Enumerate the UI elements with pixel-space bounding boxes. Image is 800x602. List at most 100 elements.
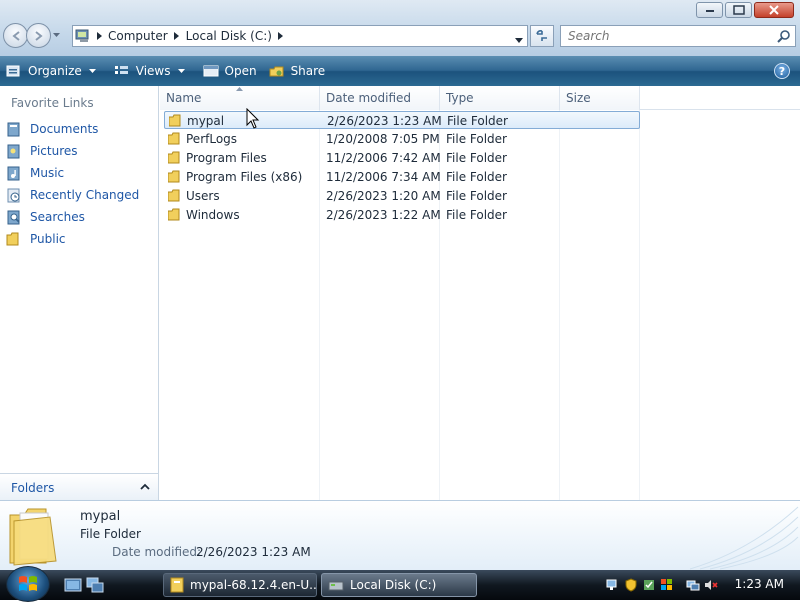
file-name: Users	[186, 189, 220, 203]
breadcrumb-arrow[interactable]	[275, 32, 287, 40]
taskbar-item-label: mypal-68.12.4.en-U...	[190, 578, 316, 592]
share-icon	[269, 66, 284, 77]
chevron-down-icon	[88, 69, 96, 73]
computer-icon	[75, 29, 89, 42]
network-tray-icon[interactable]	[606, 578, 620, 592]
windows-logo-icon	[19, 576, 37, 591]
views-button[interactable]: Views	[108, 56, 197, 86]
forward-arrow-icon	[34, 30, 43, 41]
nav-link-label: Recently Changed	[30, 188, 140, 202]
back-arrow-icon	[11, 30, 20, 41]
nav-link-public[interactable]: Public	[6, 228, 139, 250]
close-icon	[769, 5, 779, 15]
maximize-icon	[732, 5, 745, 15]
command-bar: Organize Views Open Share ?	[0, 56, 800, 86]
address-dropdown[interactable]	[515, 32, 523, 46]
search-icon[interactable]	[777, 29, 791, 43]
chevron-down-icon	[52, 33, 60, 37]
organize-icon	[6, 65, 20, 77]
open-button[interactable]: Open	[197, 56, 263, 86]
file-date: 2/26/2023 1:23 AM	[327, 114, 442, 128]
details-item-type: File Folder	[80, 527, 141, 541]
file-row-windows[interactable]: Windows 2/26/2023 1:22 AM File Folder	[164, 206, 640, 224]
file-type: File Folder	[446, 132, 507, 146]
forward-button[interactable]	[26, 23, 51, 48]
column-header-size[interactable]: Size	[560, 86, 640, 110]
folders-toggle[interactable]: Folders	[0, 473, 158, 500]
column-header-label: Name	[166, 91, 202, 105]
file-row-mypal[interactable]: mypal 2/26/2023 1:23 AM File Folder	[164, 111, 640, 129]
nav-link-label: Public	[30, 232, 66, 246]
refresh-icon	[536, 30, 547, 41]
minimize-icon	[705, 10, 714, 12]
search-input[interactable]	[566, 28, 766, 44]
help-button[interactable]: ?	[774, 63, 790, 79]
breadcrumb-arrow[interactable]	[93, 32, 105, 40]
maximize-button[interactable]	[725, 2, 752, 18]
address-toolbar: Computer Local Disk (C:)	[0, 0, 800, 56]
folders-label: Folders	[11, 481, 55, 495]
favorite-links-header: Favorite Links	[11, 96, 94, 110]
file-type: File Folder	[446, 189, 507, 203]
recent-pages-dropdown[interactable]	[51, 33, 61, 38]
column-header-name[interactable]: Name	[160, 86, 320, 110]
volume-muted-icon[interactable]	[704, 578, 718, 592]
network-connection-icon[interactable]	[686, 578, 700, 592]
file-list: Name Date modified Type Size mypal 2/26/…	[160, 86, 800, 500]
nav-link-documents[interactable]: Documents	[6, 118, 139, 140]
security-shield-icon[interactable]	[624, 578, 638, 592]
file-name: mypal	[187, 114, 225, 128]
breadcrumb-local-disk[interactable]: Local Disk (C:)	[183, 29, 275, 43]
nav-link-searches[interactable]: Searches	[6, 206, 139, 228]
chevron-right-icon	[278, 32, 284, 40]
taskbar: mypal-68.12.4.en-U... Local Disk (C:) 1:…	[0, 566, 800, 602]
nav-link-recently-changed[interactable]: Recently Changed	[6, 184, 139, 206]
minimize-button[interactable]	[696, 2, 723, 18]
folder-icon	[169, 114, 181, 127]
file-row-perflogs[interactable]: PerfLogs 1/20/2008 7:05 PM File Folder	[164, 130, 640, 148]
nav-link-pictures[interactable]: Pictures	[6, 140, 139, 162]
column-header-label: Size	[566, 91, 591, 105]
file-row-users[interactable]: Users 2/26/2023 1:20 AM File Folder	[164, 187, 640, 205]
taskbar-item-local-disk[interactable]: Local Disk (C:)	[321, 573, 477, 597]
open-label: Open	[224, 64, 257, 78]
breadcrumb-computer[interactable]: Computer	[105, 29, 171, 43]
views-icon	[114, 66, 128, 74]
decorative-swoosh	[689, 506, 799, 570]
refresh-button[interactable]	[530, 25, 554, 47]
show-desktop-icon[interactable]	[64, 577, 82, 593]
start-button[interactable]	[6, 566, 50, 602]
nav-link-label: Pictures	[30, 144, 78, 158]
address-bar[interactable]: Computer Local Disk (C:)	[72, 25, 528, 47]
breadcrumb-arrow[interactable]	[171, 32, 183, 40]
update-tray-icon[interactable]	[642, 578, 656, 592]
chevron-down-icon	[515, 38, 523, 43]
back-button[interactable]	[3, 23, 28, 48]
sort-arrow-icon	[236, 87, 243, 91]
public-folder-icon	[6, 232, 19, 246]
chevron-right-icon	[96, 32, 102, 40]
share-button[interactable]: Share	[263, 56, 332, 86]
clock[interactable]: 1:23 AM	[735, 577, 784, 591]
taskbar-item-mypal-installer[interactable]: mypal-68.12.4.en-U...	[163, 573, 317, 597]
nav-link-music[interactable]: Music	[6, 162, 139, 184]
file-name: Program Files	[186, 151, 267, 165]
folder-icon	[168, 189, 180, 202]
favorite-links-list: Documents Pictures Music Recently Change…	[6, 118, 139, 250]
chevron-right-icon	[174, 32, 180, 40]
folder-icon	[168, 208, 180, 221]
details-item-name: mypal	[80, 509, 121, 524]
organize-button[interactable]: Organize	[0, 56, 108, 86]
column-header-type[interactable]: Type	[440, 86, 560, 110]
chevron-up-icon	[140, 483, 150, 490]
column-header-date-modified[interactable]: Date modified	[320, 86, 440, 110]
close-button[interactable]	[754, 2, 794, 18]
file-row-program-files-x86[interactable]: Program Files (x86) 11/2/2006 7:34 AM Fi…	[164, 168, 640, 186]
windows-flag-tray-icon[interactable]	[660, 578, 674, 592]
file-date: 11/2/2006 7:42 AM	[326, 151, 441, 165]
file-row-program-files[interactable]: Program Files 11/2/2006 7:42 AM File Fol…	[164, 149, 640, 167]
file-type: File Folder	[446, 170, 507, 184]
navigation-buttons	[3, 23, 61, 48]
details-date-label: Date modified:	[112, 545, 202, 559]
switch-windows-icon[interactable]	[86, 577, 104, 593]
